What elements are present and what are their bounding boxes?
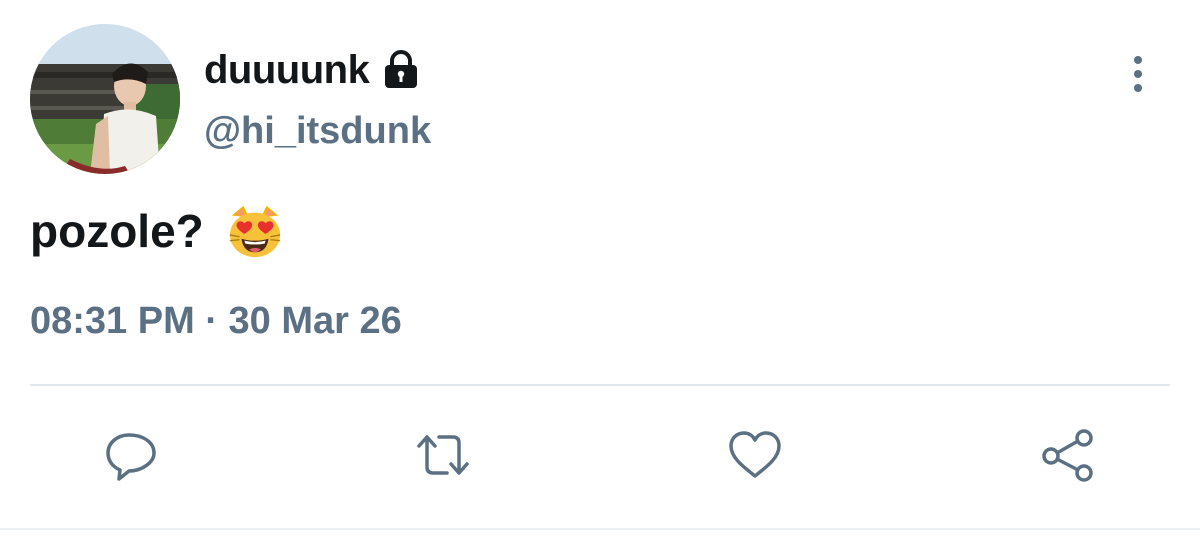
tweet-actions xyxy=(0,425,1200,485)
smiling-cat-heart-eyes-emoji xyxy=(229,205,281,258)
divider xyxy=(30,384,1170,386)
user-handle[interactable]: @hi_itsdunk xyxy=(204,110,431,153)
more-vertical-icon[interactable] xyxy=(1124,52,1152,96)
share-button[interactable] xyxy=(1038,425,1098,485)
retweet-icon xyxy=(417,435,469,475)
tweet-card: duuuunk @hi_itsdunk pozole? 08:31 PM · 3… xyxy=(0,0,1200,545)
retweet-button[interactable] xyxy=(413,425,473,485)
user-names: duuuunk @hi_itsdunk xyxy=(204,44,431,153)
reply-button[interactable] xyxy=(101,425,161,485)
share-icon xyxy=(1042,429,1093,482)
tweet-timestamp[interactable]: 08:31 PM · 30 Mar 26 xyxy=(30,300,402,343)
reply-icon xyxy=(106,433,156,481)
like-button[interactable] xyxy=(725,425,785,485)
display-name-row: duuuunk xyxy=(204,44,431,96)
lock-icon xyxy=(385,50,418,88)
tweet-body: pozole? xyxy=(30,200,284,262)
bottom-divider xyxy=(0,528,1200,530)
display-name[interactable]: duuuunk xyxy=(204,48,370,93)
heart-icon xyxy=(729,431,781,478)
avatar[interactable] xyxy=(30,24,180,174)
tweet-text: pozole? xyxy=(30,205,204,257)
avatar-photo xyxy=(30,24,180,174)
